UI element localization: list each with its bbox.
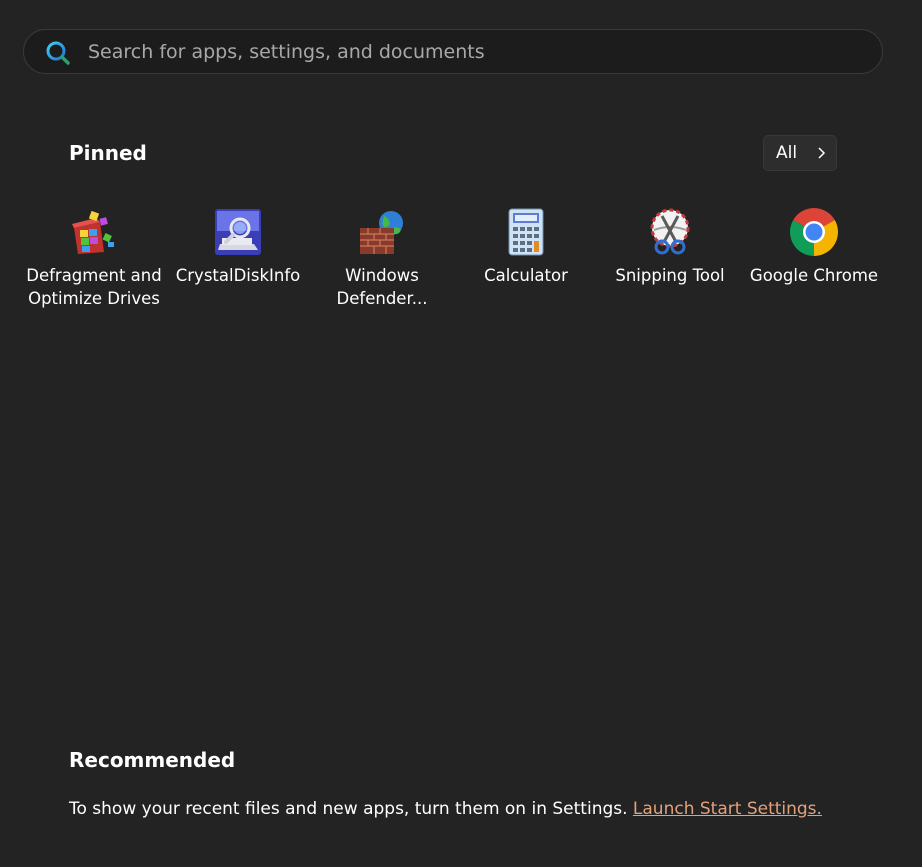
pinned-app-crystaldiskinfo[interactable]: CrystalDiskInfo — [166, 200, 310, 318]
pinned-app-windows-defender[interactable]: Windows Defender... — [310, 200, 454, 318]
launch-start-settings-link[interactable]: Launch Start Settings. — [633, 799, 822, 819]
app-label: Defragment and Optimize Drives — [26, 266, 162, 308]
chevron-right-icon — [818, 147, 826, 159]
crystaldiskinfo-icon — [215, 209, 261, 255]
start-menu: Pinned All Defragment and Optimize Dri — [0, 0, 922, 867]
search-input[interactable] — [88, 38, 848, 66]
all-apps-button[interactable]: All — [763, 135, 837, 171]
search-icon — [46, 41, 70, 65]
app-label: Windows Defender... — [336, 266, 428, 308]
calculator-icon — [508, 208, 544, 256]
recommended-title: Recommended — [69, 748, 236, 772]
pinned-apps-grid: Defragment and Optimize Drives CrystalDi… — [22, 200, 894, 320]
defrag-icon — [72, 210, 114, 254]
pinned-title: Pinned — [69, 141, 147, 165]
pinned-app-defragment[interactable]: Defragment and Optimize Drives — [22, 200, 166, 318]
recommended-message-text: To show your recent files and new apps, … — [69, 799, 633, 819]
snipping-tool-icon — [650, 208, 690, 255]
app-label: CrystalDiskInfo — [175, 266, 301, 285]
app-label: Calculator — [484, 266, 568, 285]
app-label: Snipping Tool — [615, 266, 725, 285]
recommended-message: To show your recent files and new apps, … — [69, 797, 822, 821]
pinned-app-google-chrome[interactable]: Google Chrome — [742, 200, 886, 318]
app-label: Google Chrome — [749, 266, 879, 285]
all-apps-label: All — [776, 143, 798, 163]
firewall-icon — [360, 211, 403, 254]
search-bar[interactable] — [23, 29, 883, 74]
chrome-icon — [790, 208, 838, 256]
pinned-app-calculator[interactable]: Calculator — [454, 200, 598, 318]
pinned-app-snipping-tool[interactable]: Snipping Tool — [598, 200, 742, 318]
